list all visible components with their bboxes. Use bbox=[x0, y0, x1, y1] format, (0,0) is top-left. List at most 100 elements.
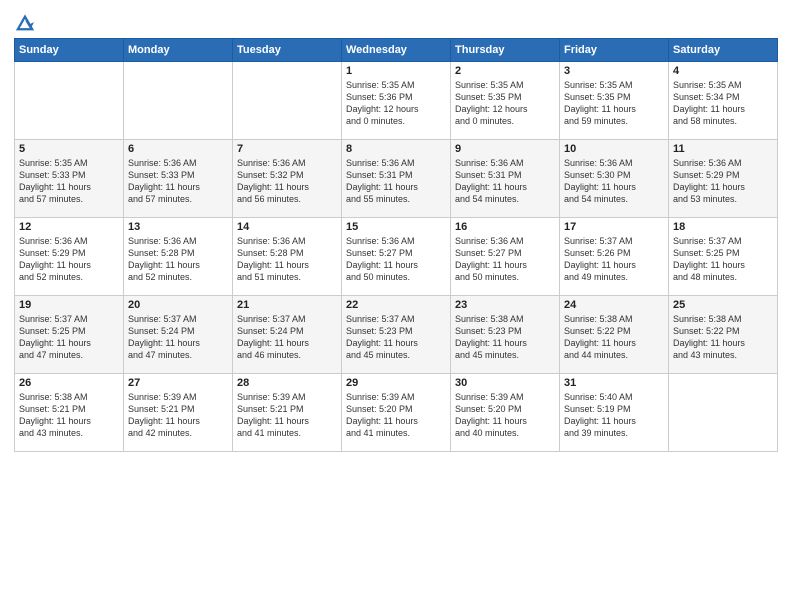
day-info: Sunrise: 5:36 AMSunset: 5:29 PMDaylight:… bbox=[673, 157, 773, 206]
day-number: 7 bbox=[237, 143, 337, 155]
calendar-cell: 6 Sunrise: 5:36 AMSunset: 5:33 PMDaylight… bbox=[124, 140, 233, 218]
calendar-cell: 11 Sunrise: 5:36 AMSunset: 5:29 PMDayligh… bbox=[669, 140, 778, 218]
calendar-cell: 4Sunrise: 5:35 AMSunset: 5:34 PMDaylight… bbox=[669, 62, 778, 140]
header-day-wednesday: Wednesday bbox=[342, 39, 451, 62]
day-number: 16 bbox=[455, 221, 555, 233]
day-number: 1 bbox=[346, 65, 446, 77]
day-info: Sunrise: 5:37 AMSunset: 5:25 PMDaylight:… bbox=[673, 235, 773, 284]
calendar-cell: 3 Sunrise: 5:35 AMSunset: 5:35 PMDaylight… bbox=[560, 62, 669, 140]
calendar-cell: 31 Sunrise: 5:40 AMSunset: 5:19 PMDayligh… bbox=[560, 374, 669, 452]
calendar-cell bbox=[15, 62, 124, 140]
header-day-tuesday: Tuesday bbox=[233, 39, 342, 62]
day-info: Sunrise: 5:36 AMSunset: 5:32 PMDaylight:… bbox=[237, 157, 337, 206]
day-info: Sunrise: 5:37 AMSunset: 5:24 PMDaylight:… bbox=[128, 313, 228, 362]
day-number: 21 bbox=[237, 299, 337, 311]
day-info: Sunrise: 5:36 AMSunset: 5:31 PMDaylight:… bbox=[455, 157, 555, 206]
header-day-friday: Friday bbox=[560, 39, 669, 62]
calendar-cell: 16 Sunrise: 5:36 AMSunset: 5:27 PMDayligh… bbox=[451, 218, 560, 296]
calendar-cell: 1 Sunrise: 5:35 AMSunset: 5:36 PMDaylight… bbox=[342, 62, 451, 140]
day-info: Sunrise: 5:36 AMSunset: 5:28 PMDaylight:… bbox=[237, 235, 337, 284]
calendar-week-4: 19Sunrise: 5:37 AMSunset: 5:25 PMDayligh… bbox=[15, 296, 778, 374]
calendar-cell: 26 Sunrise: 5:38 AMSunset: 5:21 PMDayligh… bbox=[15, 374, 124, 452]
day-number: 24 bbox=[564, 299, 664, 311]
calendar-cell: 13 Sunrise: 5:36 AMSunset: 5:28 PMDayligh… bbox=[124, 218, 233, 296]
calendar-body: 1 Sunrise: 5:35 AMSunset: 5:36 PMDaylight… bbox=[15, 62, 778, 452]
logo-icon bbox=[16, 14, 34, 32]
day-info: Sunrise: 5:37 AMSunset: 5:26 PMDaylight:… bbox=[564, 235, 664, 284]
header-day-saturday: Saturday bbox=[669, 39, 778, 62]
day-info: Sunrise: 5:37 AMSunset: 5:24 PMDaylight:… bbox=[237, 313, 337, 362]
day-number: 2 bbox=[455, 65, 555, 77]
calendar-cell: 12Sunrise: 5:36 AMSunset: 5:29 PMDayligh… bbox=[15, 218, 124, 296]
day-info: Sunrise: 5:36 AMSunset: 5:29 PMDaylight:… bbox=[19, 235, 119, 284]
calendar-cell bbox=[233, 62, 342, 140]
day-info: Sunrise: 5:37 AMSunset: 5:23 PMDaylight:… bbox=[346, 313, 446, 362]
day-info: Sunrise: 5:38 AMSunset: 5:23 PMDaylight:… bbox=[455, 313, 555, 362]
calendar-cell: 14Sunrise: 5:36 AMSunset: 5:28 PMDayligh… bbox=[233, 218, 342, 296]
day-info: Sunrise: 5:36 AMSunset: 5:28 PMDaylight:… bbox=[128, 235, 228, 284]
day-info: Sunrise: 5:35 AMSunset: 5:35 PMDaylight:… bbox=[455, 79, 555, 128]
day-info: Sunrise: 5:36 AMSunset: 5:27 PMDaylight:… bbox=[455, 235, 555, 284]
day-number: 13 bbox=[128, 221, 228, 233]
calendar-cell: 29Sunrise: 5:39 AMSunset: 5:20 PMDayligh… bbox=[342, 374, 451, 452]
day-info: Sunrise: 5:35 AMSunset: 5:36 PMDaylight:… bbox=[346, 79, 446, 128]
day-number: 17 bbox=[564, 221, 664, 233]
day-number: 8 bbox=[346, 143, 446, 155]
day-info: Sunrise: 5:36 AMSunset: 5:27 PMDaylight:… bbox=[346, 235, 446, 284]
calendar-cell: 5 Sunrise: 5:35 AMSunset: 5:33 PMDaylight… bbox=[15, 140, 124, 218]
day-number: 28 bbox=[237, 377, 337, 389]
day-number: 25 bbox=[673, 299, 773, 311]
calendar-cell: 19Sunrise: 5:37 AMSunset: 5:25 PMDayligh… bbox=[15, 296, 124, 374]
day-number: 27 bbox=[128, 377, 228, 389]
day-number: 10 bbox=[564, 143, 664, 155]
day-number: 29 bbox=[346, 377, 446, 389]
day-info: Sunrise: 5:39 AMSunset: 5:20 PMDaylight:… bbox=[455, 391, 555, 440]
calendar-cell: 21 Sunrise: 5:37 AMSunset: 5:24 PMDayligh… bbox=[233, 296, 342, 374]
calendar-cell: 7 Sunrise: 5:36 AMSunset: 5:32 PMDaylight… bbox=[233, 140, 342, 218]
day-info: Sunrise: 5:36 AMSunset: 5:31 PMDaylight:… bbox=[346, 157, 446, 206]
day-info: Sunrise: 5:38 AMSunset: 5:22 PMDaylight:… bbox=[564, 313, 664, 362]
day-number: 31 bbox=[564, 377, 664, 389]
calendar-cell: 17 Sunrise: 5:37 AMSunset: 5:26 PMDayligh… bbox=[560, 218, 669, 296]
day-info: Sunrise: 5:36 AMSunset: 5:33 PMDaylight:… bbox=[128, 157, 228, 206]
day-info: Sunrise: 5:35 AMSunset: 5:33 PMDaylight:… bbox=[19, 157, 119, 206]
calendar-cell: 20 Sunrise: 5:37 AMSunset: 5:24 PMDayligh… bbox=[124, 296, 233, 374]
calendar-cell: 9 Sunrise: 5:36 AMSunset: 5:31 PMDaylight… bbox=[451, 140, 560, 218]
day-number: 30 bbox=[455, 377, 555, 389]
day-info: Sunrise: 5:35 AMSunset: 5:35 PMDaylight:… bbox=[564, 79, 664, 128]
day-number: 3 bbox=[564, 65, 664, 77]
calendar-cell: 22Sunrise: 5:37 AMSunset: 5:23 PMDayligh… bbox=[342, 296, 451, 374]
calendar-cell: 27 Sunrise: 5:39 AMSunset: 5:21 PMDayligh… bbox=[124, 374, 233, 452]
day-info: Sunrise: 5:38 AMSunset: 5:22 PMDaylight:… bbox=[673, 313, 773, 362]
day-number: 6 bbox=[128, 143, 228, 155]
day-info: Sunrise: 5:38 AMSunset: 5:21 PMDaylight:… bbox=[19, 391, 119, 440]
calendar-cell: 24 Sunrise: 5:38 AMSunset: 5:22 PMDayligh… bbox=[560, 296, 669, 374]
calendar-cell: 18 Sunrise: 5:37 AMSunset: 5:25 PMDayligh… bbox=[669, 218, 778, 296]
calendar-week-3: 12Sunrise: 5:36 AMSunset: 5:29 PMDayligh… bbox=[15, 218, 778, 296]
logo bbox=[14, 14, 34, 32]
day-number: 9 bbox=[455, 143, 555, 155]
header-day-thursday: Thursday bbox=[451, 39, 560, 62]
day-number: 11 bbox=[673, 143, 773, 155]
header-day-sunday: Sunday bbox=[15, 39, 124, 62]
day-number: 5 bbox=[19, 143, 119, 155]
day-info: Sunrise: 5:39 AMSunset: 5:21 PMDaylight:… bbox=[237, 391, 337, 440]
calendar-cell: 23 Sunrise: 5:38 AMSunset: 5:23 PMDayligh… bbox=[451, 296, 560, 374]
header-day-monday: Monday bbox=[124, 39, 233, 62]
day-info: Sunrise: 5:35 AMSunset: 5:34 PMDaylight:… bbox=[673, 79, 773, 128]
day-number: 18 bbox=[673, 221, 773, 233]
calendar-header-row: SundayMondayTuesdayWednesdayThursdayFrid… bbox=[15, 39, 778, 62]
calendar-cell: 25 Sunrise: 5:38 AMSunset: 5:22 PMDayligh… bbox=[669, 296, 778, 374]
calendar-week-2: 5 Sunrise: 5:35 AMSunset: 5:33 PMDaylight… bbox=[15, 140, 778, 218]
calendar-week-5: 26 Sunrise: 5:38 AMSunset: 5:21 PMDayligh… bbox=[15, 374, 778, 452]
day-number: 15 bbox=[346, 221, 446, 233]
day-number: 23 bbox=[455, 299, 555, 311]
calendar-cell: 10Sunrise: 5:36 AMSunset: 5:30 PMDayligh… bbox=[560, 140, 669, 218]
calendar-cell bbox=[124, 62, 233, 140]
day-number: 26 bbox=[19, 377, 119, 389]
day-info: Sunrise: 5:40 AMSunset: 5:19 PMDaylight:… bbox=[564, 391, 664, 440]
header bbox=[14, 10, 778, 32]
day-number: 20 bbox=[128, 299, 228, 311]
day-info: Sunrise: 5:39 AMSunset: 5:21 PMDaylight:… bbox=[128, 391, 228, 440]
calendar-cell: 30 Sunrise: 5:39 AMSunset: 5:20 PMDayligh… bbox=[451, 374, 560, 452]
